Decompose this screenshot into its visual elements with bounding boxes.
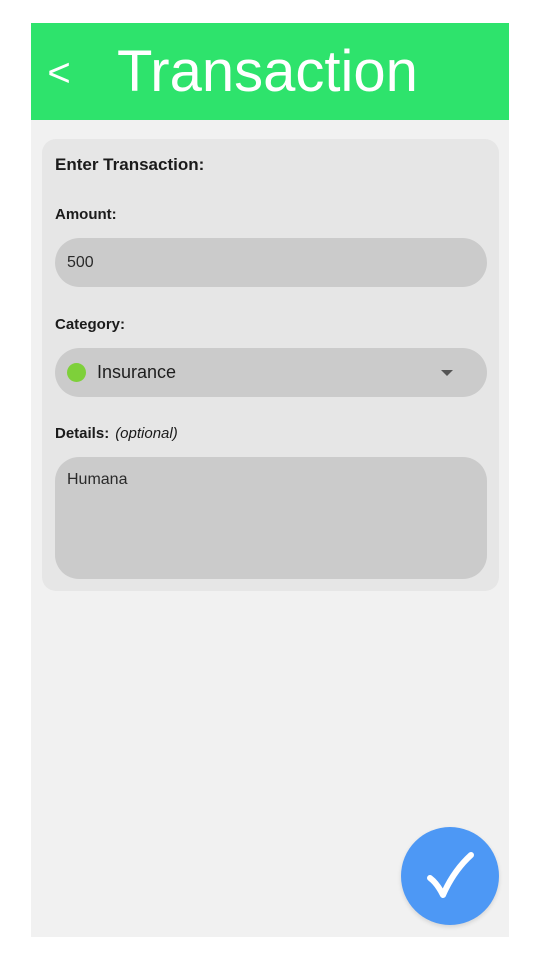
amount-input[interactable] (67, 238, 467, 287)
confirm-fab-button[interactable] (401, 827, 499, 925)
details-label: Details: (55, 425, 110, 442)
checkmark-icon (427, 852, 474, 898)
category-color-dot (67, 363, 86, 382)
category-dropdown[interactable]: Insurance (55, 348, 487, 397)
dropdown-arrow-icon (441, 370, 453, 376)
amount-label: Amount: (55, 206, 117, 223)
transaction-form-card: Enter Transaction: Amount: Category: Ins… (42, 139, 499, 591)
back-button[interactable]: < (39, 45, 79, 101)
form-title: Enter Transaction: (55, 155, 205, 174)
amount-field-container (55, 238, 487, 287)
details-optional-hint: (optional) (115, 425, 178, 442)
app-bar: < Transaction (31, 23, 509, 120)
transaction-screen: < Transaction Enter Transaction: Amount:… (31, 23, 509, 937)
category-selected-value: Insurance (97, 362, 177, 382)
details-textarea[interactable]: Humana (67, 471, 475, 567)
page-title: Transaction (117, 39, 418, 104)
details-label-row: Details: (optional) (55, 425, 178, 442)
details-field-container: Humana (55, 457, 487, 579)
category-label: Category: (55, 316, 126, 333)
